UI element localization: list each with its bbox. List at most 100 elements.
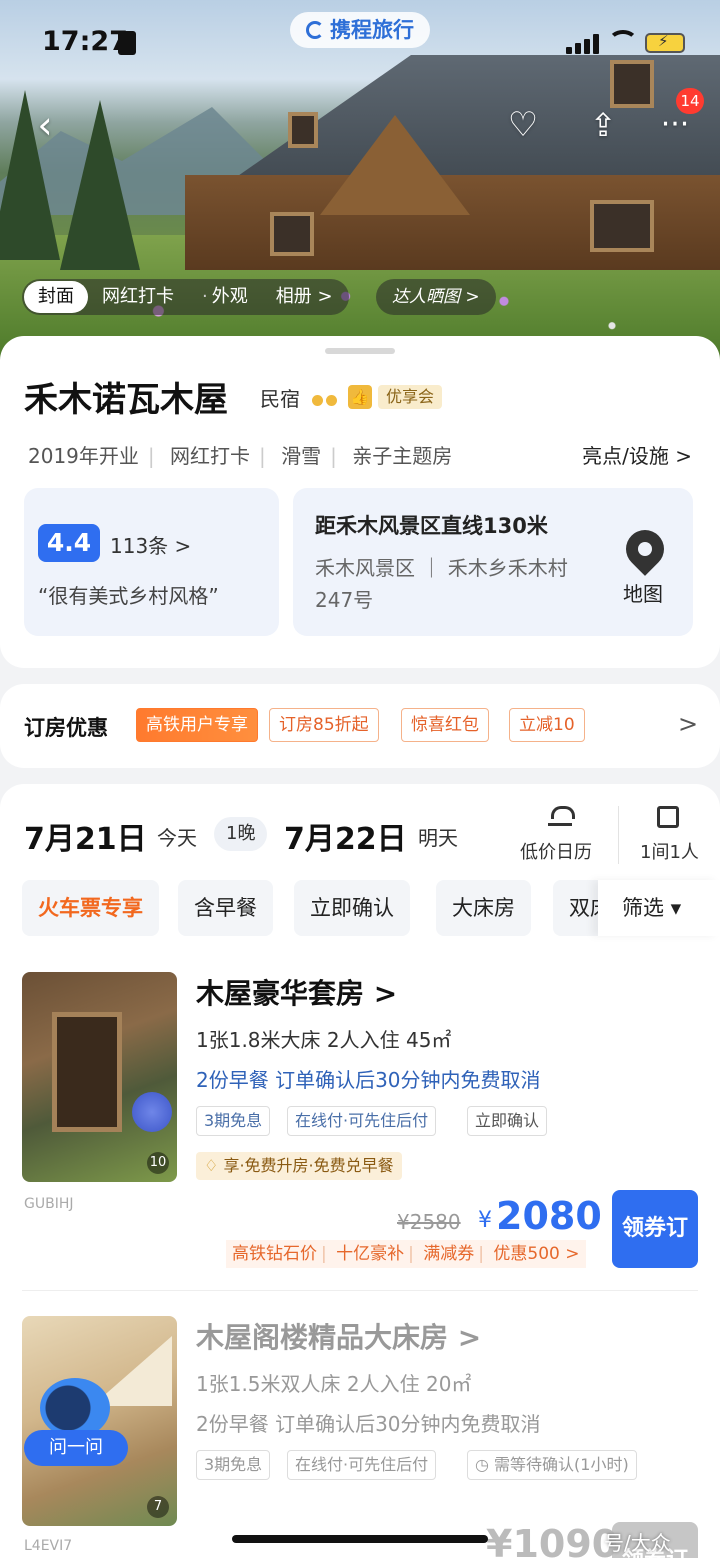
- room-spec: 1张1.8米大床 2人入住 45㎡: [196, 1028, 452, 1052]
- brand-pill: 携程旅行: [290, 12, 430, 48]
- location-address: 禾木风景区 ｜ 禾木乡禾木村247号: [315, 556, 568, 612]
- checkout-date[interactable]: 7月22日: [284, 814, 407, 858]
- review-quote: “很有美式乡村风格”: [38, 584, 219, 608]
- room-code: GUBIHJ: [24, 1196, 74, 1212]
- discount-item: 满减券: [423, 1244, 475, 1264]
- hotel-tag: 亲子主题房: [352, 444, 453, 468]
- discount-item: 十亿豪补: [336, 1244, 405, 1264]
- assistant-widget[interactable]: 问一问: [18, 1378, 128, 1473]
- favorite-heart-icon[interactable]: ♡: [498, 100, 548, 150]
- status-bar: 17:27 携程旅行: [0, 0, 720, 80]
- room-policy: 2份早餐 订单确认后30分钟内免费取消: [196, 1412, 541, 1436]
- filter-train-exclusive[interactable]: 火车票专享: [22, 880, 159, 936]
- currency-symbol: ¥: [478, 1208, 492, 1233]
- low-price-calendar-label[interactable]: 低价日历: [520, 838, 592, 864]
- cabin-window: [288, 112, 318, 148]
- battery-icon: [645, 32, 685, 53]
- low-price-calendar-icon[interactable]: [548, 806, 575, 826]
- door-photo-detail: [52, 1012, 122, 1132]
- share-icon[interactable]: ⇪: [578, 100, 628, 150]
- hotel-tags: 2019年开业 | 网红打卡 | 滑雪 | 亲子主题房: [28, 444, 453, 468]
- watermark: 号/大众: [604, 1531, 671, 1555]
- room-name[interactable]: 木屋豪华套房 >: [196, 972, 397, 1012]
- photo-count: 10: [147, 1152, 169, 1174]
- chevron-right-icon[interactable]: >: [678, 710, 698, 738]
- photo-tab-checkin[interactable]: 网红打卡: [88, 281, 188, 313]
- promotions-title: 订房优惠: [24, 716, 108, 740]
- room-name[interactable]: 木屋阁楼精品大床房 >: [196, 1316, 481, 1356]
- filter-instant-confirm[interactable]: 立即确认: [294, 880, 410, 936]
- map-label[interactable]: 地图: [623, 578, 663, 607]
- room-policy: 2份早餐 订单确认后30分钟内免费取消: [196, 1068, 541, 1092]
- room-code: L4EVI7: [24, 1538, 73, 1554]
- signal-icon: [566, 34, 600, 54]
- promo-tag: 订房85折起: [269, 708, 379, 742]
- checkin-date[interactable]: 7月21日: [24, 814, 147, 858]
- promo-tag: 高铁用户专享: [136, 708, 258, 742]
- photo-tab-album[interactable]: 相册 >: [262, 281, 347, 313]
- room-spec: 1张1.5米双人床 2人入住 20㎡: [196, 1372, 472, 1396]
- room-chip: 3期免息: [196, 1450, 271, 1480]
- review-count: 113条 >: [110, 534, 192, 558]
- filter-breakfast[interactable]: 含早餐: [178, 880, 273, 936]
- photo-tab-exterior[interactable]: 外观: [188, 281, 262, 313]
- room-guest-icon[interactable]: [657, 806, 679, 828]
- room-chip: 在线付·可先住后付: [287, 1450, 437, 1480]
- book-with-coupon-button[interactable]: 领券订: [612, 1190, 698, 1268]
- filter-button[interactable]: 筛选 ▾: [598, 880, 720, 936]
- discount-breakdown[interactable]: 高铁钻石价 | 十亿豪补 | 满减券 | 优惠500 >: [226, 1240, 586, 1268]
- room-chip: 3期免息: [196, 1106, 271, 1136]
- room-guest-label[interactable]: 1间1人: [640, 838, 699, 864]
- hotel-name: 禾木诺瓦木屋: [24, 380, 228, 420]
- hotel-type: 民宿: [260, 387, 300, 411]
- ctrip-logo-icon: [306, 21, 324, 39]
- location-panel[interactable]: 距禾木风景区直线130米 禾木风景区 ｜ 禾木乡禾木村247号 地图: [293, 488, 693, 636]
- back-icon[interactable]: ‹: [20, 100, 70, 150]
- flower-photo-detail: [132, 1092, 172, 1132]
- location-distance: 距禾木风景区直线130米: [315, 514, 548, 538]
- discount-item: 优惠500 >: [493, 1244, 580, 1264]
- room-price: ¥1090: [486, 1522, 619, 1558]
- notification-badge: 14: [676, 88, 704, 114]
- cabin-window: [590, 200, 654, 252]
- diamond-icon: ♢: [204, 1156, 224, 1175]
- divider: [22, 1290, 698, 1291]
- cabin-window: [270, 212, 314, 256]
- member-badge: 优享会: [378, 385, 443, 409]
- original-price: ¥2580: [397, 1210, 461, 1234]
- discount-item: 高铁钻石价: [232, 1244, 317, 1264]
- nights-badge: 1晚: [214, 817, 268, 851]
- thumbs-up-icon: 👍: [348, 385, 372, 409]
- room-chip: 立即确认: [467, 1106, 548, 1136]
- wifi-icon: [608, 30, 638, 54]
- booking-card: 7月21日 今天 1晚 7月22日 明天 低价日历 1间1人 火车票专享 含早餐…: [0, 784, 720, 1558]
- promo-tag: 惊喜红包: [401, 708, 489, 742]
- sim-icon: [118, 31, 136, 55]
- map-pin-icon[interactable]: [618, 522, 672, 576]
- room-photo[interactable]: 10: [22, 972, 177, 1182]
- hotel-tag: 滑雪: [281, 444, 322, 468]
- room-chip: 在线付·可先住后付: [287, 1106, 437, 1136]
- hotel-tag: 网红打卡: [170, 444, 251, 468]
- hotel-detail-page: 17:27 携程旅行 ‹ ♡ ⇪ ··· 14 封面 网红打卡 外观 相册 > …: [0, 0, 720, 1558]
- photo-count: 7: [147, 1496, 169, 1518]
- rating-panel[interactable]: 4.4 113条 > “很有美式乡村风格”: [24, 488, 279, 636]
- robot-assistant-icon: [40, 1378, 110, 1438]
- diamond-rating-icon: [312, 391, 340, 410]
- highlights-link[interactable]: 亮点/设施 >: [582, 440, 692, 469]
- ask-button[interactable]: 问一问: [24, 1430, 128, 1466]
- drag-handle[interactable]: [325, 348, 395, 354]
- home-indicator[interactable]: [232, 1535, 488, 1543]
- rating-score: 4.4: [38, 524, 100, 562]
- room-item[interactable]: 10 GUBIHJ 木屋豪华套房 > 1张1.8米大床 2人入住 45㎡ 2份早…: [0, 972, 720, 1272]
- checkout-day-label: 明天: [418, 826, 458, 850]
- filter-king-bed[interactable]: 大床房: [436, 880, 531, 936]
- status-time: 17:27: [42, 26, 128, 57]
- promotions-card[interactable]: 订房优惠 高铁用户专享 订房85折起 惊喜红包 立减10 >: [0, 684, 720, 768]
- vip-benefit-text: 享·免费升房·免费兑早餐: [223, 1156, 394, 1175]
- photo-tab-user-photos[interactable]: 达人晒图 >: [376, 279, 496, 315]
- vip-benefit: ♢ 享·免费升房·免费兑早餐: [196, 1152, 402, 1180]
- checkin-day-label: 今天: [157, 826, 197, 850]
- photo-tab-cover[interactable]: 封面: [24, 281, 88, 313]
- divider: [618, 806, 619, 864]
